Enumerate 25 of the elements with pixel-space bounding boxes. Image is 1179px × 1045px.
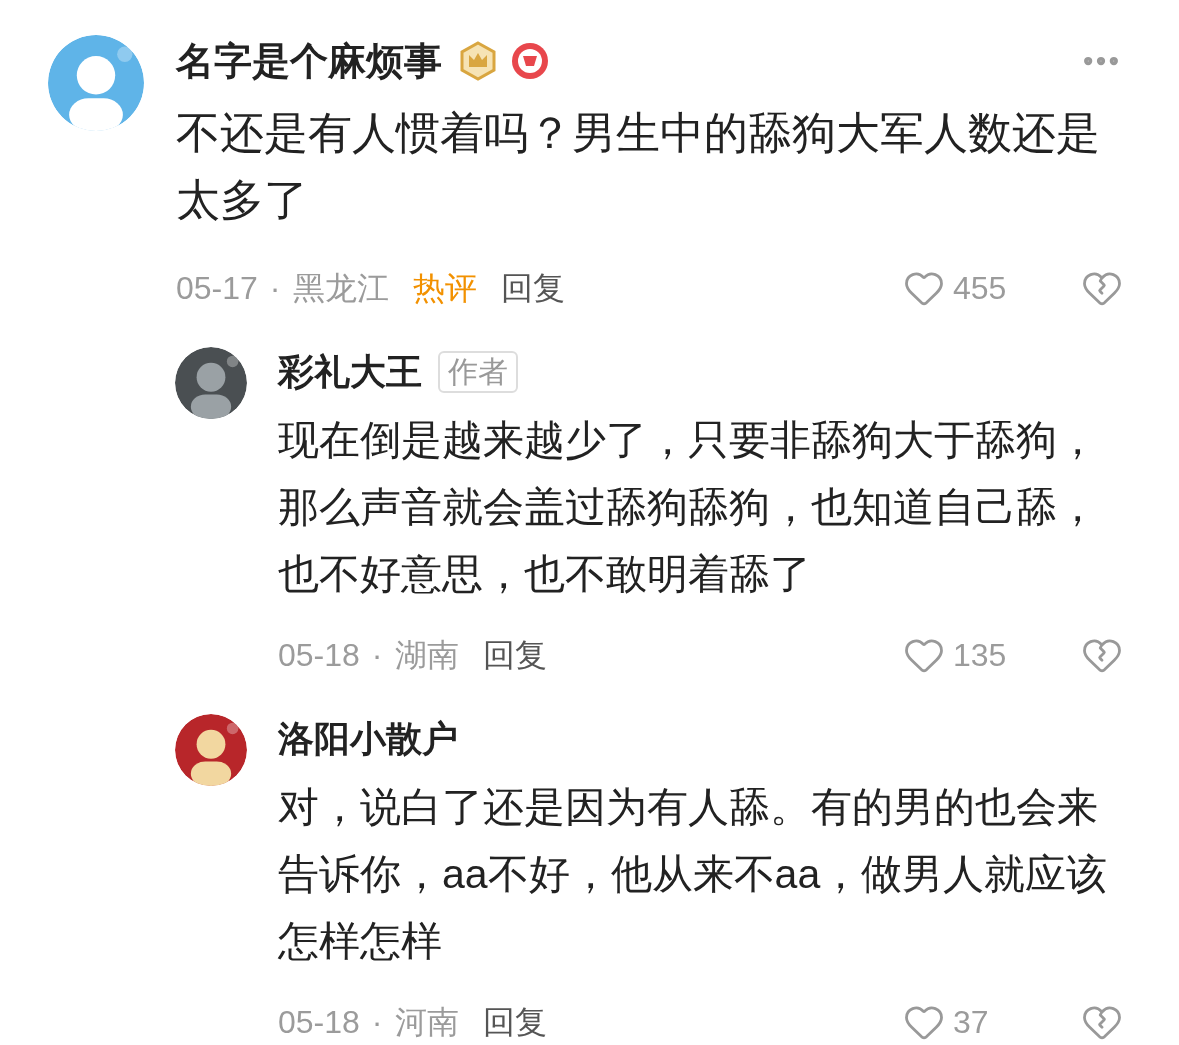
reply-button[interactable]: 回复 [500, 272, 565, 304]
author-name: 彩礼大王 [278, 350, 422, 394]
reply-text: 现在倒是越来越少了，只要非舔狗大于舔狗，那么声音就会盖过舔狗舔狗，也知道自己舔，也不好意思，也不敢明着舔了 [278, 416, 1099, 599]
comment-date: 05-17 [176, 272, 258, 304]
reply-button[interactable]: 回复 [482, 1006, 547, 1038]
crown-badge-icon [458, 41, 498, 81]
like-count: 455 [953, 272, 1008, 304]
author-name: 洛阳小散户 [278, 717, 458, 761]
comment-location: 湖南 [394, 639, 459, 671]
hot-comment-label: 热评 [412, 272, 477, 304]
author-tag: 作者 [438, 351, 518, 393]
comment-date: 05-18 [278, 639, 360, 671]
like-count: 135 [953, 639, 1008, 671]
like-count: 37 [953, 1006, 990, 1038]
separator-dot: · [371, 639, 383, 671]
separator-dot: · [269, 272, 281, 304]
comment-text: 不还是有人惯着吗？男生中的舔狗大军人数还是太多了 [176, 107, 1101, 226]
reply-text: 对，说白了还是因为有人舔。有的男的也会来告诉你，aa不好，他从来不aa，做男人就应该怎样怎样 [278, 783, 1108, 966]
medal-badge-icon [510, 41, 550, 81]
comment-date: 05-18 [278, 1006, 360, 1038]
comment-location: 河南 [394, 1006, 459, 1038]
reply-button[interactable]: 回复 [482, 639, 547, 671]
author-name: 名字是个麻烦事 [176, 38, 442, 84]
separator-dot: · [371, 1006, 383, 1038]
comment-location: 黑龙江 [292, 272, 389, 304]
